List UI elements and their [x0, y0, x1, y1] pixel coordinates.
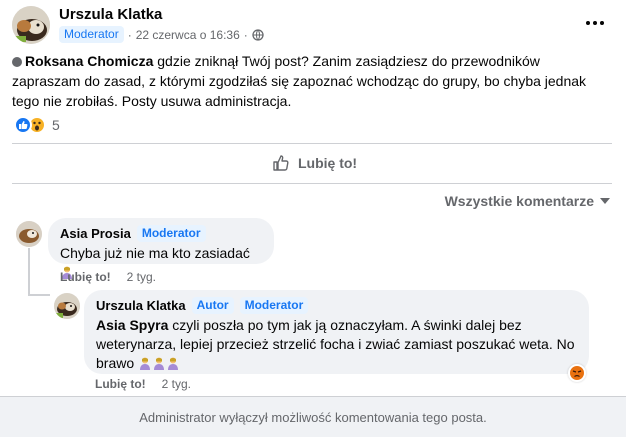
comments-disabled-notice: Administrator wyłączył możliwość komento… [0, 396, 626, 437]
person-shrugging-emoji-icon [168, 357, 179, 370]
caret-down-icon [600, 198, 610, 204]
author-badge: Autor [191, 297, 234, 314]
post-timestamp[interactable]: 22 czerwca o 16:36 [136, 28, 240, 42]
thumb-up-icon [273, 155, 289, 171]
reply-avatar[interactable] [54, 293, 80, 319]
reactions-summary[interactable]: 5 [14, 116, 60, 134]
divider [12, 143, 612, 144]
comments-disabled-text: Administrator wyłączył możliwość komento… [139, 409, 487, 425]
moderator-badge: Moderator [136, 225, 206, 242]
comment-like-button[interactable]: Lubię to! [60, 270, 111, 284]
comment-bubble: Asia Prosia Moderator Chyba już nie ma k… [48, 218, 274, 279]
thread-line [28, 248, 30, 296]
like-button[interactable]: Lubię to! [272, 154, 357, 172]
reply-bubble: Urszula Klatka Autor Moderator Asia Spyr… [84, 290, 589, 374]
moderator-badge: Moderator [239, 297, 309, 314]
comment-author-name[interactable]: Asia Prosia [60, 226, 131, 241]
reply-text: Asia Spyra czyli poszła po tym jak ją oz… [96, 316, 577, 373]
comment-author-row: Asia Prosia Moderator [60, 225, 262, 242]
reply-like-button[interactable]: Lubię to! [95, 377, 146, 391]
like-reaction-icon [14, 116, 32, 134]
guinea-pig-avatar-image [12, 6, 50, 44]
comment-text-content: Chyba już nie ma kto zasiadać [60, 245, 250, 261]
wow-face-icon [33, 121, 41, 131]
reply-author-name[interactable]: Urszula Klatka [96, 298, 186, 313]
status-dot-icon [12, 57, 22, 67]
more-horizontal-icon [586, 21, 604, 25]
comment-actions: Lubię to! 2 tyg. [60, 270, 156, 284]
reaction-count: 5 [52, 117, 60, 133]
post-meta: Moderator · 22 czerwca o 16:36 · [59, 26, 264, 43]
post-text: Roksana Chomicza gdzie zniknął Twój post… [12, 51, 612, 111]
globe-icon [252, 28, 264, 41]
meta-separator: · [127, 27, 132, 42]
reply-author-row: Urszula Klatka Autor Moderator [96, 297, 577, 314]
more-options-button[interactable] [584, 12, 606, 34]
angry-reaction-icon[interactable] [568, 364, 586, 382]
person-shrugging-emoji-icon [140, 357, 151, 370]
mention-link[interactable]: Asia Spyra [96, 317, 168, 333]
comments-sort-label: Wszystkie komentarze [444, 193, 594, 209]
reply-timestamp[interactable]: 2 tyg. [162, 377, 191, 391]
thumb-up-icon [19, 121, 28, 129]
reply-actions: Lubię to! 2 tyg. [95, 377, 191, 391]
divider [12, 183, 612, 184]
guinea-pig-avatar-image [16, 221, 42, 247]
angry-face-icon [572, 370, 582, 378]
comments-sort-dropdown[interactable]: Wszystkie komentarze [445, 193, 610, 209]
person-shrugging-emoji-icon [154, 357, 165, 370]
post-header: Urszula Klatka Moderator · 22 czerwca o … [0, 0, 626, 48]
guinea-pig-avatar-image [54, 293, 80, 319]
comment-timestamp[interactable]: 2 tyg. [127, 270, 156, 284]
author-avatar[interactable] [12, 6, 50, 44]
thread-line [28, 294, 50, 296]
moderator-badge: Moderator [59, 26, 124, 43]
like-button-label: Lubię to! [298, 155, 358, 171]
comment-avatar[interactable] [16, 221, 42, 247]
post-author-name[interactable]: Urszula Klatka [59, 6, 162, 23]
mention-link[interactable]: Roksana Chomicza [25, 53, 153, 69]
meta-separator: · [243, 27, 248, 42]
